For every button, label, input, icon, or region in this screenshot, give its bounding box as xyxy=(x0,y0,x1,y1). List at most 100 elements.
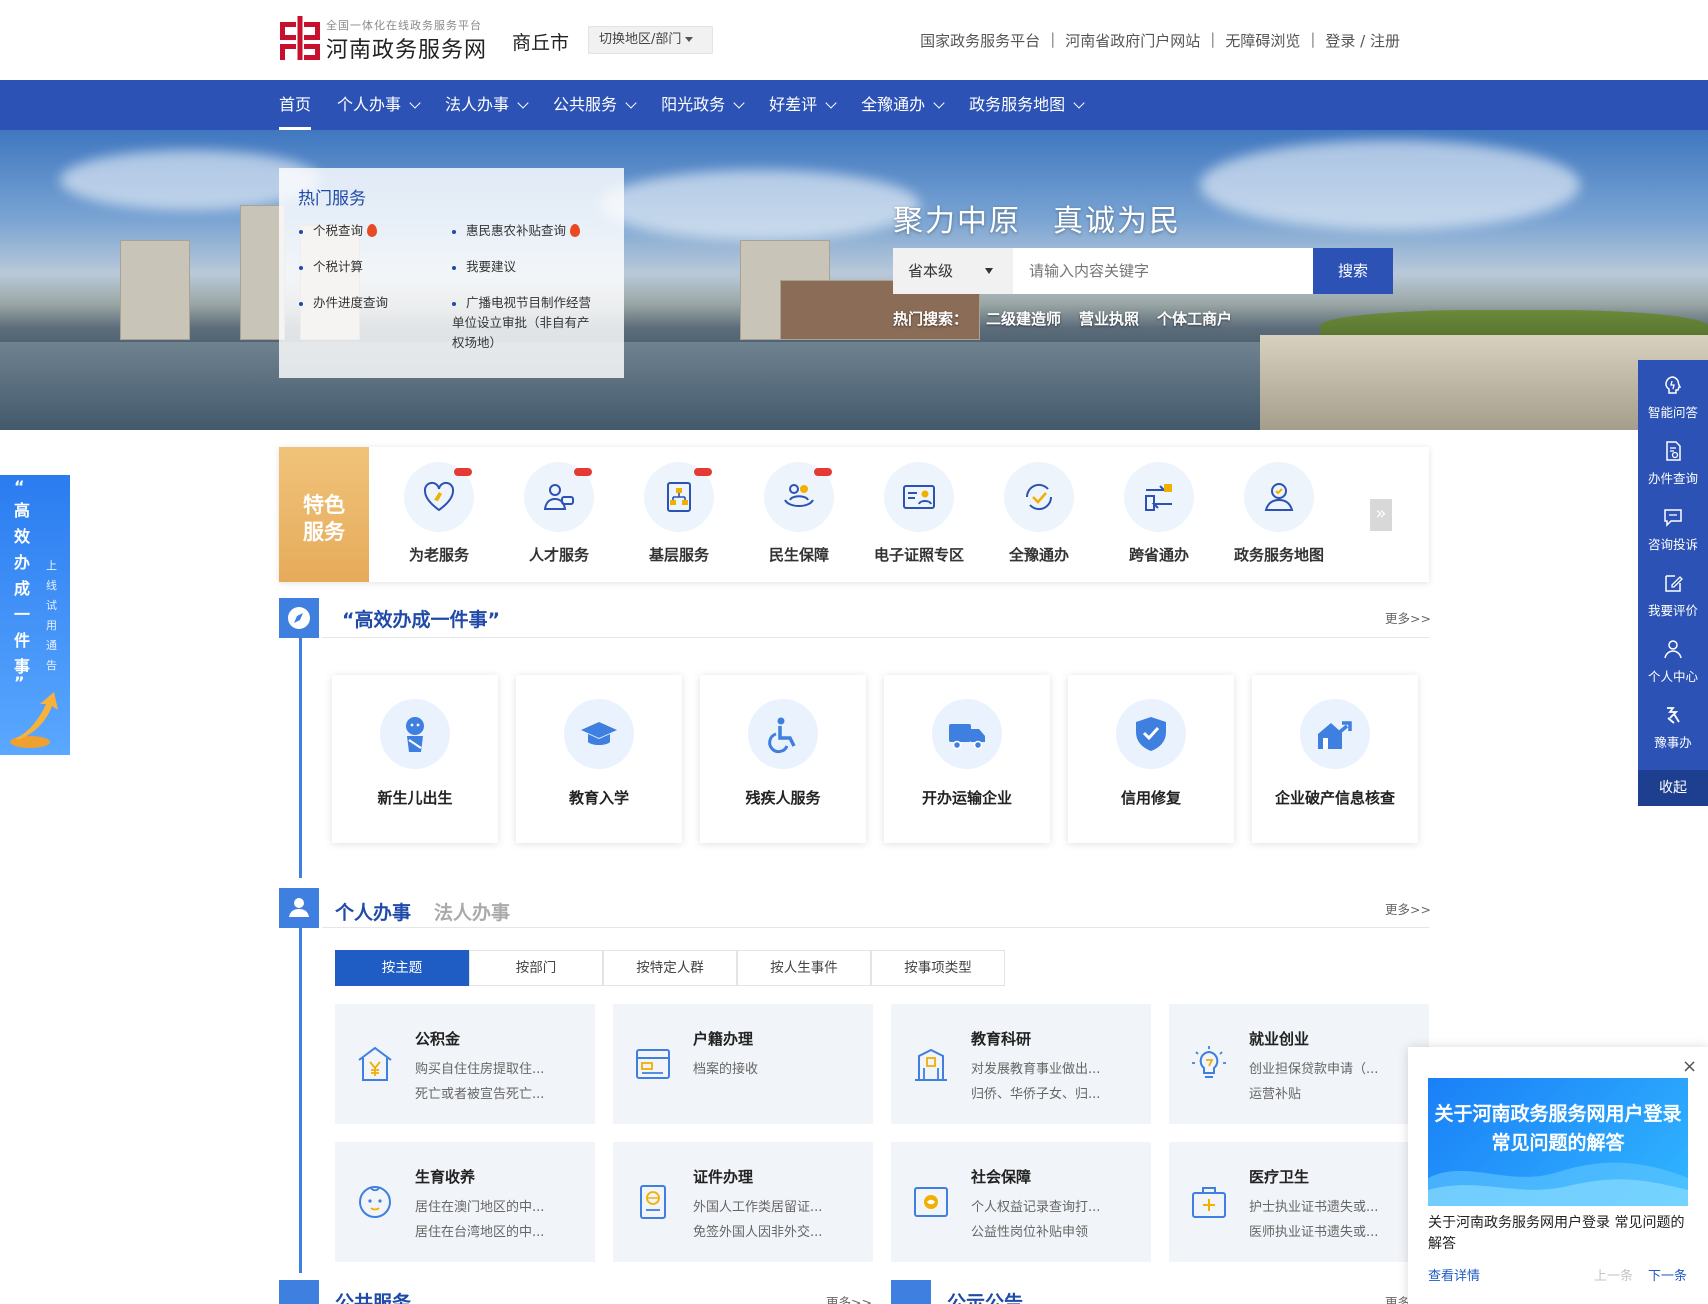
smart-qa-button[interactable]: 智能问答 xyxy=(1638,360,1708,426)
tab-by-theme[interactable]: 按主题 xyxy=(335,950,469,986)
efficient-item-label: 新生儿出生 xyxy=(377,789,453,807)
efficient-item[interactable]: 教育入学 xyxy=(516,675,682,843)
personal-section-title[interactable]: 个人办事 xyxy=(335,898,411,925)
nav-henan-universal[interactable]: 全豫通办 xyxy=(861,80,945,130)
search-input[interactable] xyxy=(1013,248,1313,294)
efficient-item[interactable]: 残疾人服务 xyxy=(700,675,866,843)
category-item[interactable]: 运营补贴 xyxy=(1249,1083,1409,1102)
featured-next-button[interactable]: » xyxy=(1370,499,1392,531)
category-title: 社会保障 xyxy=(971,1168,1032,1186)
accessibility-link[interactable]: 无障碍浏览 xyxy=(1225,30,1300,51)
banner-slogan: 聚力中原 真诚为民 xyxy=(893,204,1181,239)
nav-label: 公共服务 xyxy=(553,95,618,114)
efficient-item[interactable]: 开办运输企业 xyxy=(884,675,1050,843)
evaluate-button[interactable]: 我要评价 xyxy=(1638,558,1708,624)
featured-item[interactable]: 为老服务 xyxy=(379,462,499,565)
category-card[interactable]: 医疗卫生 护士执业证书遗失或... 医师执业证书遗失或... xyxy=(1169,1142,1429,1262)
efficient-item[interactable]: 新生儿出生 xyxy=(332,675,498,843)
category-item[interactable]: 档案的接收 xyxy=(693,1058,853,1077)
category-item[interactable]: 居住在台湾地区的中... xyxy=(415,1221,575,1240)
category-item[interactable]: 医师执业证书遗失或... xyxy=(1249,1221,1409,1240)
legal-section-title[interactable]: 法人办事 xyxy=(434,898,510,925)
category-item[interactable]: 归侨、华侨子女、归... xyxy=(971,1083,1131,1102)
category-card[interactable]: 教育科研 对发展教育事业做出... 归侨、华侨子女、归... xyxy=(891,1004,1151,1124)
tab-by-life-event[interactable]: 按人生事件 xyxy=(737,950,871,986)
category-item[interactable]: 个人权益记录查询打... xyxy=(971,1196,1131,1215)
chevron-down-icon xyxy=(625,97,637,109)
featured-item[interactable]: 跨省通办 xyxy=(1099,462,1219,565)
nav-home[interactable]: 首页 xyxy=(279,80,312,130)
search-level-select[interactable]: 省本级 xyxy=(893,248,1013,294)
yushiban-button[interactable]: 豫事办 xyxy=(1638,690,1708,756)
hot-service-item[interactable]: 办件进度查询 xyxy=(299,293,388,313)
nav-rating[interactable]: 好差评 xyxy=(769,80,837,130)
tab-by-department[interactable]: 按部门 xyxy=(469,950,603,986)
nav-personal[interactable]: 个人办事 xyxy=(337,80,421,130)
nav-service-map[interactable]: 政务服务地图 xyxy=(969,80,1085,130)
nav-sunshine-gov[interactable]: 阳光政务 xyxy=(661,80,745,130)
category-title: 公积金 xyxy=(415,1030,461,1048)
notice-prev-button[interactable]: 上一条 xyxy=(1594,1265,1633,1284)
featured-item[interactable]: 全豫通办 xyxy=(979,462,1099,565)
tab-by-type[interactable]: 按事项类型 xyxy=(871,950,1005,986)
category-card[interactable]: 证件办理 外国人工作类居留证... 免签外国人因非外交... xyxy=(613,1142,873,1262)
notice-text[interactable]: 关于河南政务服务网用户登录 常见问题的解答 xyxy=(1428,1213,1696,1255)
announcement-title[interactable]: 公示公告 xyxy=(947,1288,1023,1304)
notice-next-button[interactable]: 下一条 xyxy=(1648,1265,1687,1284)
featured-item[interactable]: 人才服务 xyxy=(499,462,619,565)
featured-item[interactable]: 政务服务地图 xyxy=(1219,462,1339,565)
national-platform-link[interactable]: 国家政务服务平台 xyxy=(920,30,1040,51)
region-switch-button[interactable]: 切换地区/部门 xyxy=(588,26,713,54)
search-button[interactable]: 搜索 xyxy=(1313,248,1393,294)
hot-search-keyword[interactable]: 二级建造师 xyxy=(986,308,1061,329)
category-card[interactable]: 公积金 购买自住住房提取住... 死亡或者被宣告死亡... xyxy=(335,1004,595,1124)
announcement-more-link[interactable]: 更多 xyxy=(1385,1292,1410,1304)
public-service-title[interactable]: 公共服务 xyxy=(335,1288,411,1304)
category-item[interactable]: 死亡或者被宣告死亡... xyxy=(415,1083,575,1102)
nav-public-service[interactable]: 公共服务 xyxy=(553,80,637,130)
category-item[interactable]: 免签外国人因非外交... xyxy=(693,1221,853,1240)
logo-title[interactable]: 河南政务服务网 xyxy=(326,32,487,64)
case-query-button[interactable]: 办件查询 xyxy=(1638,426,1708,492)
efficient-item[interactable]: 信用修复 xyxy=(1068,675,1234,843)
featured-item[interactable]: 基层服务 xyxy=(619,462,739,565)
category-item[interactable]: 外国人工作类居留证... xyxy=(693,1196,853,1215)
close-icon[interactable]: × xyxy=(1682,1056,1697,1077)
category-item[interactable]: 购买自住住房提取住... xyxy=(415,1058,575,1077)
category-card[interactable]: 社会保障 个人权益记录查询打... 公益性岗位补贴申领 xyxy=(891,1142,1151,1262)
hot-service-item[interactable]: 个税查询 xyxy=(299,221,378,241)
login-register-link[interactable]: 登录 / 注册 xyxy=(1325,30,1400,51)
featured-item[interactable]: 电子证照专区 xyxy=(859,462,979,565)
nav-legal-person[interactable]: 法人办事 xyxy=(445,80,529,130)
category-card[interactable]: 就业创业 创业担保贷款申请（... 运营补贴 xyxy=(1169,1004,1429,1124)
hot-service-item[interactable]: 个税计算 xyxy=(299,257,363,277)
hot-search-keyword[interactable]: 个体工商户 xyxy=(1157,308,1232,329)
category-card[interactable]: 户籍办理 档案的接收 xyxy=(613,1004,873,1124)
efficient-notice-float[interactable]: “ 高 效 办 成 一 件 事 ” 上 线 试 用 通 告 xyxy=(0,475,70,755)
heart-hand-icon xyxy=(423,481,455,512)
category-item[interactable]: 对发展教育事业做出... xyxy=(971,1058,1131,1077)
category-card[interactable]: 生育收养 居住在澳门地区的中... 居住在台湾地区的中... xyxy=(335,1142,595,1262)
tab-by-group[interactable]: 按特定人群 xyxy=(603,950,737,986)
personal-center-button[interactable]: 个人中心 xyxy=(1638,624,1708,690)
category-item[interactable]: 居住在澳门地区的中... xyxy=(415,1196,575,1215)
featured-item[interactable]: 民生保障 xyxy=(739,462,859,565)
hot-service-item[interactable]: 惠民惠农补贴查询 xyxy=(452,221,581,241)
efficient-item[interactable]: 企业破产信息核查 xyxy=(1252,675,1418,843)
hot-search-keyword[interactable]: 营业执照 xyxy=(1079,308,1139,329)
consult-complaint-button[interactable]: 咨询投诉 xyxy=(1638,492,1708,558)
hot-search-label: 热门搜索： xyxy=(893,310,969,328)
category-item[interactable]: 护士执业证书遗失或... xyxy=(1249,1196,1409,1215)
category-item[interactable]: 公益性岗位补贴申领 xyxy=(971,1221,1131,1240)
category-item[interactable]: 创业担保贷款申请（... xyxy=(1249,1058,1409,1077)
public-service-more-link[interactable]: 更多>> xyxy=(826,1292,872,1304)
efficient-more-link[interactable]: 更多>> xyxy=(1385,608,1431,627)
notice-detail-link[interactable]: 查看详情 xyxy=(1428,1265,1480,1284)
hot-service-item[interactable]: 我要建议 xyxy=(452,257,516,277)
provincial-portal-link[interactable]: 河南省政府门户网站 xyxy=(1065,30,1200,51)
henan-logo-icon[interactable] xyxy=(280,16,320,60)
personal-more-link[interactable]: 更多>> xyxy=(1385,899,1431,918)
collapse-button[interactable]: 收起 xyxy=(1638,770,1708,806)
hot-service-item[interactable]: 广播电视节目制作经营 单位设立审批（非自有产 权场地） xyxy=(452,293,612,353)
lightbulb-icon xyxy=(1192,1046,1226,1078)
